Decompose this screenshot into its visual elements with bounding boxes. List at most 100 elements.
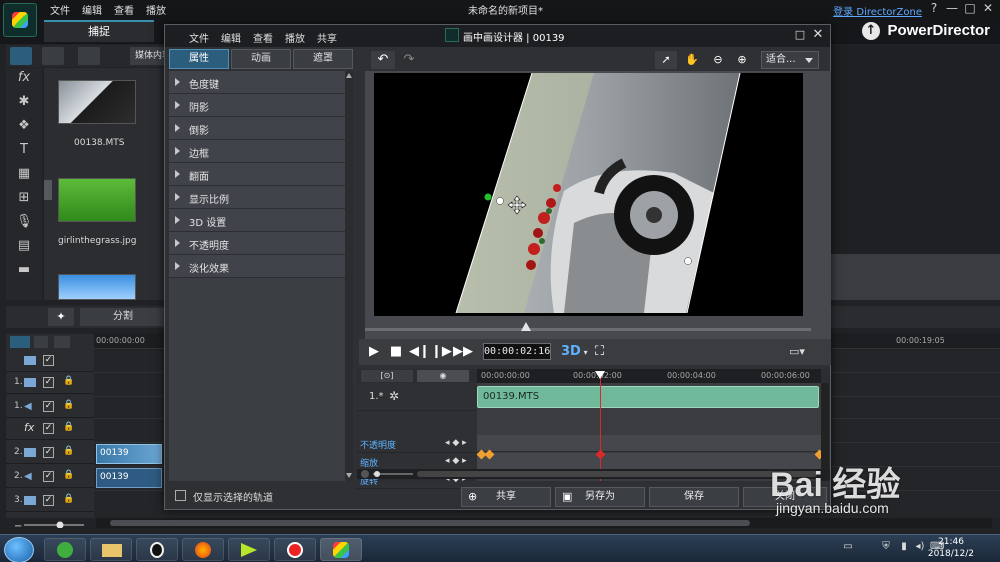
stop-icon[interactable]: ■ <box>387 343 405 361</box>
taskbar-player-icon[interactable] <box>228 538 270 561</box>
property-fade[interactable]: 淡化效果 <box>169 255 345 278</box>
taskbar-powerdirector-icon[interactable] <box>320 538 362 561</box>
login-directorzone-link[interactable]: 登录 DirectorZone <box>833 3 922 18</box>
timeline-scroll-thumb[interactable] <box>110 520 750 526</box>
upgrade-arrow-icon[interactable]: ↑ <box>862 22 880 40</box>
properties-scrollbar[interactable] <box>345 71 353 481</box>
menu-view[interactable]: 查看 <box>114 2 134 17</box>
menu-play[interactable]: 播放 <box>146 2 166 17</box>
audio-clip[interactable]: 00139 <box>96 468 162 488</box>
security-tray-icon[interactable]: ⛨ <box>880 541 892 553</box>
property-flip[interactable]: 翻面 <box>169 163 345 186</box>
taskbar-qq-icon[interactable] <box>136 538 178 561</box>
track-enable-checkbox[interactable]: ✓ <box>43 401 54 412</box>
keyboard-tray-icon[interactable]: ▭ <box>842 541 854 553</box>
zoom-in-icon[interactable]: ⊕ <box>731 51 753 69</box>
taskbar-browser-icon[interactable] <box>44 538 86 561</box>
clock-date[interactable]: 2018/12/2 <box>928 549 974 559</box>
pip-menu-file[interactable]: 文件 <box>189 30 209 45</box>
particle-icon[interactable]: ❖ <box>16 118 32 134</box>
select-tool-icon[interactable]: ➚ <box>655 51 677 69</box>
tab-mask[interactable]: 遮罩 <box>293 49 353 69</box>
fast-forward-icon[interactable]: ▶▶ <box>453 343 473 361</box>
media-thumb[interactable] <box>58 80 136 124</box>
pip-menu-play[interactable]: 播放 <box>285 30 305 45</box>
track-enable-checkbox[interactable]: ✓ <box>43 495 54 506</box>
keyframe-ruler[interactable]: 00:00:00:00 00:00:02:00 00:00:04:00 00:0… <box>477 369 821 383</box>
maximize-button[interactable]: □ <box>962 1 978 16</box>
keyframe-playhead[interactable] <box>600 375 601 481</box>
track-enable-checkbox[interactable]: ✓ <box>43 355 54 366</box>
property-shadow[interactable]: 阴影 <box>169 94 345 117</box>
help-button[interactable]: ? <box>926 1 942 16</box>
lock-icon[interactable]: 🔒 <box>63 400 74 410</box>
prev-frame-icon[interactable]: ◀❙ <box>409 343 430 361</box>
kf-lane-opacity[interactable] <box>477 435 821 452</box>
network-tray-icon[interactable]: ▮ <box>898 541 910 553</box>
property-reflection[interactable]: 倒影 <box>169 117 345 140</box>
property-chroma-key[interactable]: 色度键 <box>169 71 345 94</box>
redo-icon[interactable]: ↷ <box>397 51 421 69</box>
preview-canvas[interactable] <box>374 73 803 316</box>
next-frame-icon[interactable]: ❙▶ <box>431 343 452 361</box>
zoom-out-icon[interactable]: ⊖ <box>707 51 729 69</box>
menu-file[interactable]: 文件 <box>50 2 70 17</box>
hand-tool-icon[interactable]: ✋ <box>681 51 703 69</box>
property-border[interactable]: 边框 <box>169 140 345 163</box>
media-thumb[interactable] <box>58 178 136 222</box>
play-icon[interactable]: ▶ <box>365 343 383 361</box>
keyframe-view-icon[interactable]: [⊙] <box>361 370 413 382</box>
track-enable-checkbox[interactable]: ✓ <box>43 377 54 388</box>
magic-tools-icon[interactable]: ✦ <box>48 308 74 326</box>
title-icon[interactable]: T <box>16 142 32 158</box>
track-manager-icon[interactable] <box>54 336 70 348</box>
track-enable-checkbox[interactable]: ✓ <box>43 447 54 458</box>
subtitle-icon[interactable]: ▬ <box>16 262 32 278</box>
save-button[interactable]: 保存 <box>649 487 739 507</box>
pip-object-icon[interactable]: ✱ <box>16 94 32 110</box>
lock-icon[interactable]: 🔒 <box>63 376 74 386</box>
pip-menu-edit[interactable]: 编辑 <box>221 30 241 45</box>
timecode-display[interactable]: 00:00:02:16 <box>483 343 551 360</box>
taskbar-record-icon[interactable] <box>274 538 316 561</box>
menu-edit[interactable]: 编辑 <box>82 2 102 17</box>
keyframe-toggle-icon[interactable]: ◉ <box>417 370 469 382</box>
plugin-icon[interactable] <box>78 47 100 65</box>
pip-maximize-button[interactable]: □ <box>792 27 808 43</box>
close-button[interactable]: ✕ <box>980 1 996 16</box>
keyframe-hscroll[interactable] <box>357 469 830 479</box>
undo-icon[interactable]: ↶ <box>371 51 395 69</box>
library-collapse-handle[interactable] <box>44 180 52 200</box>
timeline-view-icon[interactable] <box>10 336 30 348</box>
minimize-button[interactable]: — <box>944 1 960 16</box>
pip-close-button[interactable]: ✕ <box>810 27 826 43</box>
zoom-fit-select[interactable]: 适合... <box>761 51 819 69</box>
media-room-icon[interactable] <box>10 47 32 65</box>
only-selected-track-checkbox[interactable] <box>175 490 186 501</box>
fullscreen-icon[interactable]: ⛶ <box>595 343 613 360</box>
share-button[interactable]: ⊕ 共享 <box>461 487 551 507</box>
start-button[interactable] <box>4 537 34 562</box>
kf-row-opacity[interactable]: 不透明度 ◂ ◆ ▸ <box>357 435 477 453</box>
taskbar-firefox-icon[interactable] <box>182 538 224 561</box>
storyboard-view-icon[interactable] <box>34 336 48 348</box>
import-icon[interactable] <box>42 47 64 65</box>
media-thumb[interactable] <box>58 274 136 300</box>
pip-menu-share[interactable]: 共享 <box>317 30 337 45</box>
property-opacity[interactable]: 不透明度 <box>169 232 345 255</box>
taskbar-explorer-icon[interactable] <box>90 538 132 561</box>
preview-scrubber-track[interactable] <box>365 328 811 331</box>
keyframe-playhead-handle[interactable] <box>595 371 605 379</box>
pip-menu-view[interactable]: 查看 <box>253 30 273 45</box>
property-aspect-ratio[interactable]: 显示比例 <box>169 186 345 209</box>
preview-scrubber-knob[interactable] <box>521 322 531 331</box>
display-mode-icon[interactable]: ▭▾ <box>789 345 815 359</box>
split-button[interactable]: 分割 <box>80 308 166 326</box>
voice-over-icon[interactable]: 🎙 <box>16 214 33 230</box>
save-as-button[interactable]: ▣ 另存为 <box>555 487 645 507</box>
lock-icon[interactable]: 🔒 <box>63 494 74 504</box>
rotated-pip-image[interactable] <box>374 73 803 316</box>
tab-animation[interactable]: 动画 <box>231 49 291 69</box>
lock-icon[interactable]: 🔒 <box>63 446 74 456</box>
property-3d-settings[interactable]: 3D 设置 <box>169 209 345 232</box>
